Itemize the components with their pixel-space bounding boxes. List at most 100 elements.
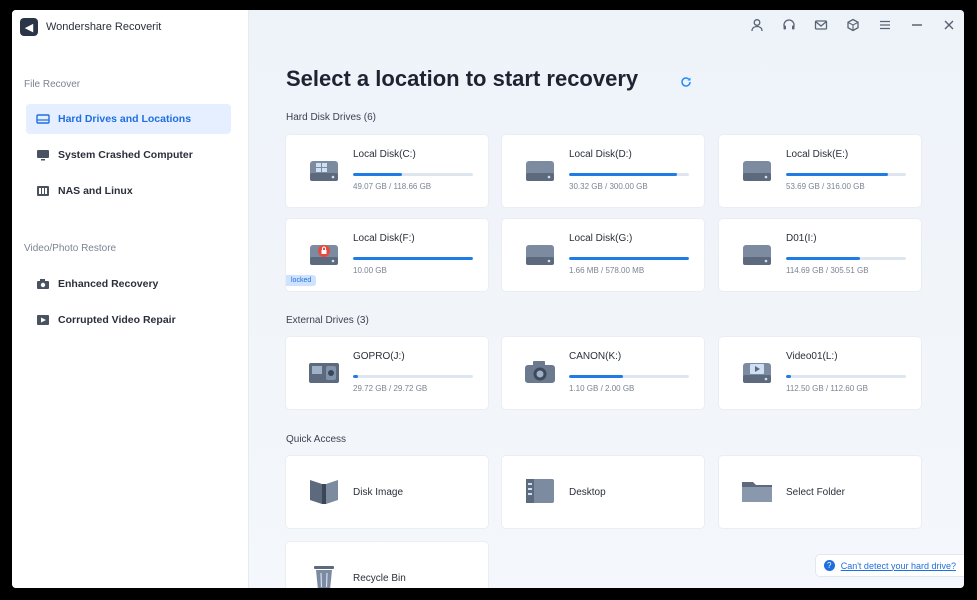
cant-detect-drive-link[interactable]: ? Can't detect your hard drive? (815, 555, 964, 576)
sidebar-item-video-repair[interactable]: Corrupted Video Repair (26, 305, 231, 335)
drive-name: GOPRO(J:) (353, 351, 405, 362)
hard-disk-card[interactable]: Local Disk(G:) 1.66 MB / 578.00 MB (502, 219, 704, 291)
quick-access-label: Select Folder (786, 487, 845, 498)
sidebar-item-nas-linux[interactable]: NAS and Linux (26, 176, 231, 206)
help-link-text: Can't detect your hard drive? (840, 560, 956, 571)
support-headset-icon[interactable] (780, 16, 798, 34)
main-panel: Select a location to start recovery Hard… (249, 10, 964, 588)
external-drive-card[interactable]: CANON(K:) 1.10 GB / 2.00 GB (502, 337, 704, 409)
drive-name: Local Disk(F:) (353, 233, 415, 244)
page-title: Select a location to start recovery (286, 66, 639, 91)
minimize-icon[interactable] (908, 16, 926, 34)
sidebar-item-label: Hard Drives and Locations (58, 113, 192, 125)
drive-usage-bar (569, 257, 689, 260)
drive-name: Video01(L:) (786, 351, 838, 362)
quick-access-label: Desktop (569, 487, 606, 498)
hard-disk-drives-heading: Hard Disk Drives (6) (286, 112, 377, 123)
hard-disk-icon (522, 153, 558, 187)
hard-drive-icon (36, 113, 50, 125)
locked-drive-icon (306, 237, 342, 271)
drive-size: 1.66 MB / 578.00 MB (569, 266, 645, 275)
user-icon[interactable] (748, 16, 766, 34)
close-icon[interactable] (940, 16, 958, 34)
locked-badge: locked (286, 275, 317, 286)
video-repair-icon (36, 314, 50, 326)
disk-image-icon (306, 474, 342, 508)
drive-usage-bar (569, 173, 689, 176)
drive-usage-fill (786, 375, 791, 378)
app-title: Wondershare Recoverit (46, 21, 162, 33)
mail-icon[interactable] (812, 16, 830, 34)
system-drive-icon (306, 153, 342, 187)
hard-disk-icon (522, 237, 558, 271)
drive-usage-bar (786, 375, 906, 378)
hard-disk-card[interactable]: Local Disk(E:) 53.69 GB / 316.00 GB (719, 135, 921, 207)
hard-disk-card[interactable]: D01(I:) 114.69 GB / 305.51 GB (719, 219, 921, 291)
hard-disk-card[interactable]: Local Disk(F:) 10.00 GB locked (286, 219, 488, 291)
drive-usage-bar (353, 257, 473, 260)
drive-usage-fill (569, 173, 677, 176)
drive-name: CANON(K:) (569, 351, 622, 362)
hard-disk-icon (739, 153, 775, 187)
camera-icon (36, 278, 50, 290)
drive-name: D01(I:) (786, 233, 817, 244)
drive-usage-fill (786, 257, 861, 260)
drive-usage-fill (569, 257, 689, 260)
folder-icon (739, 474, 775, 508)
sidebar: ◀ Wondershare Recoverit File Recover Har… (12, 10, 249, 588)
file-recover-heading: File Recover (24, 79, 81, 90)
hard-disk-icon (739, 237, 775, 271)
drive-size: 10.00 GB (353, 266, 387, 275)
drive-size: 112.50 GB / 112.60 GB (786, 384, 868, 393)
quick-access-label: Disk Image (353, 487, 404, 498)
drive-usage-fill (569, 375, 623, 378)
drive-usage-bar (786, 173, 906, 176)
monitor-icon (36, 149, 50, 161)
quick-access-label: Recycle Bin (353, 573, 406, 584)
hard-disk-card[interactable]: Local Disk(D:) 30.32 GB / 300.00 GB (502, 135, 704, 207)
app-window: ◀ Wondershare Recoverit File Recover Har… (12, 10, 964, 588)
drive-size: 29.72 GB / 29.72 GB (353, 384, 428, 393)
sidebar-item-label: System Crashed Computer (58, 149, 193, 161)
hard-disk-card[interactable]: Local Disk(C:) 49.07 GB / 118.66 GB (286, 135, 488, 207)
camera-drive-icon (522, 355, 558, 389)
drive-usage-bar (353, 375, 473, 378)
drive-size: 30.32 GB / 300.00 GB (569, 182, 648, 191)
video-photo-heading: Video/Photo Restore (24, 243, 117, 254)
disk-image-card[interactable]: Disk Image (286, 456, 488, 528)
package-icon[interactable] (844, 16, 862, 34)
drive-size: 53.69 GB / 316.00 GB (786, 182, 865, 191)
drive-name: Local Disk(D:) (569, 149, 632, 160)
drive-usage-bar (569, 375, 689, 378)
drive-size: 114.69 GB / 305.51 GB (786, 266, 869, 275)
drive-usage-fill (353, 173, 403, 176)
sidebar-item-enhanced-recovery[interactable]: Enhanced Recovery (26, 269, 231, 299)
drive-usage-fill (786, 173, 888, 176)
drive-name: Local Disk(G:) (569, 233, 633, 244)
folder-card[interactable]: Select Folder (719, 456, 921, 528)
help-icon: ? (823, 560, 835, 571)
drive-usage-fill (353, 375, 358, 378)
sidebar-item-system-crashed[interactable]: System Crashed Computer (26, 140, 231, 170)
quick-access-heading: Quick Access (286, 434, 347, 445)
external-drives-heading: External Drives (3) (286, 315, 369, 326)
desktop-icon (522, 474, 558, 508)
desktop-card[interactable]: Desktop (502, 456, 704, 528)
gopro-drive-icon (306, 355, 342, 389)
external-drive-card[interactable]: GOPRO(J:) 29.72 GB / 29.72 GB (286, 337, 488, 409)
sidebar-item-label: NAS and Linux (58, 185, 133, 197)
external-drive-card[interactable]: Video01(L:) 112.50 GB / 112.60 GB (719, 337, 921, 409)
recycle-bin-card[interactable]: Recycle Bin (286, 542, 488, 588)
video-drive-icon (739, 355, 775, 389)
drive-usage-fill (353, 257, 473, 260)
sidebar-item-label: Corrupted Video Repair (58, 314, 176, 326)
title-bar-controls (748, 16, 958, 34)
menu-list-icon[interactable] (876, 16, 894, 34)
brand: ◀ Wondershare Recoverit (20, 18, 161, 36)
sidebar-item-hard-drives[interactable]: Hard Drives and Locations (26, 104, 231, 134)
refresh-icon[interactable] (680, 76, 692, 88)
drive-size: 49.07 GB / 118.66 GB (353, 182, 432, 191)
nas-icon (36, 185, 50, 197)
drive-name: Local Disk(C:) (353, 149, 416, 160)
drive-usage-bar (786, 257, 906, 260)
